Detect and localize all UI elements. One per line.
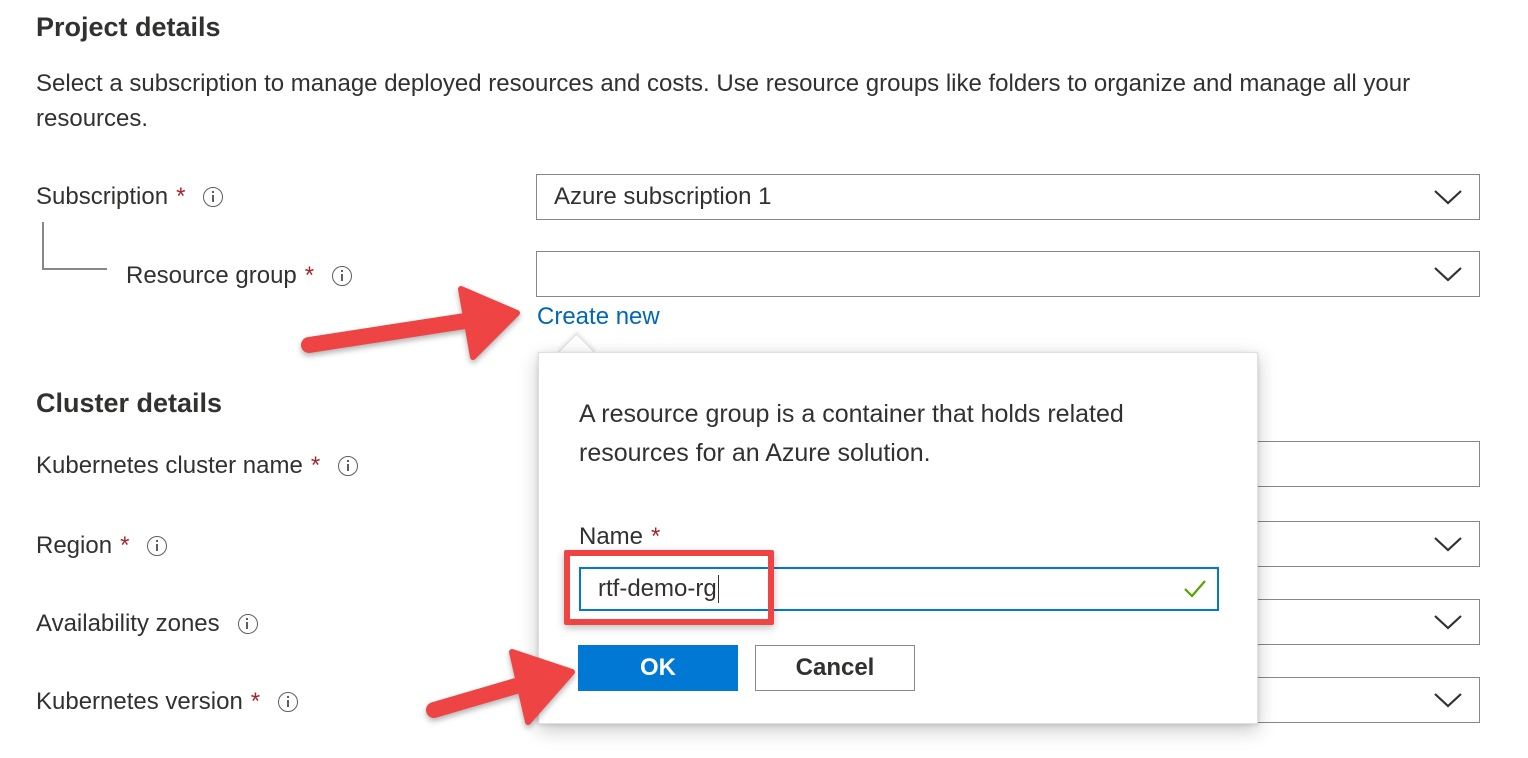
info-icon[interactable]	[332, 266, 353, 286]
required-asterisk: *	[310, 452, 321, 479]
cluster-details-title: Cluster details	[36, 388, 223, 418]
kubernetes-version-label: Kubernetes version *	[36, 688, 299, 716]
cancel-button[interactable]: Cancel	[755, 645, 915, 691]
chevron-down-icon	[1434, 693, 1462, 708]
info-icon[interactable]	[338, 456, 359, 476]
subscription-label-text: Subscription	[36, 183, 169, 210]
region-label: Region *	[36, 532, 168, 560]
cluster-name-label-text: Kubernetes cluster name	[36, 452, 303, 479]
subscription-select[interactable]: Azure subscription 1	[536, 174, 1480, 220]
region-label-text: Region	[36, 532, 113, 559]
info-icon[interactable]	[278, 692, 299, 712]
callout-name-label: Name *	[579, 523, 660, 551]
required-asterisk: *	[176, 183, 186, 210]
tree-connector-horizontal	[42, 268, 107, 270]
annotation-arrow-icon	[426, 649, 575, 725]
annotation-arrow-icon	[301, 286, 520, 360]
required-asterisk: *	[651, 523, 661, 550]
required-asterisk: *	[120, 532, 130, 559]
required-asterisk: *	[250, 688, 261, 715]
project-details-description: Select a subscription to manage deployed…	[36, 70, 1411, 132]
annotation-highlight-box	[564, 550, 774, 625]
cluster-name-label: Kubernetes cluster name *	[36, 452, 359, 480]
info-icon[interactable]	[237, 614, 258, 634]
create-new-link[interactable]: Create new	[537, 303, 660, 331]
chevron-down-icon	[1434, 267, 1462, 282]
chevron-down-icon	[1434, 190, 1462, 205]
availability-zones-label-text: Availability zones	[36, 610, 220, 637]
tree-connector-vertical	[42, 222, 44, 269]
info-icon[interactable]	[147, 536, 168, 556]
subscription-label: Subscription *	[36, 183, 224, 211]
chevron-down-icon	[1434, 615, 1462, 630]
availability-zones-label: Availability zones	[36, 610, 258, 638]
callout-description: A resource group is a container that hol…	[579, 400, 1124, 467]
chevron-down-icon	[1434, 537, 1462, 552]
ok-button[interactable]: OK	[578, 645, 738, 691]
callout-name-label-text: Name	[579, 523, 644, 550]
kubernetes-version-label-text: Kubernetes version	[36, 688, 243, 715]
checkmark-icon	[1184, 580, 1206, 598]
project-details-title: Project details	[36, 12, 221, 42]
resource-group-label-text: Resource group	[126, 262, 297, 289]
resource-group-select[interactable]	[536, 251, 1480, 297]
info-icon[interactable]	[203, 187, 224, 207]
subscription-select-value: Azure subscription 1	[554, 183, 772, 210]
